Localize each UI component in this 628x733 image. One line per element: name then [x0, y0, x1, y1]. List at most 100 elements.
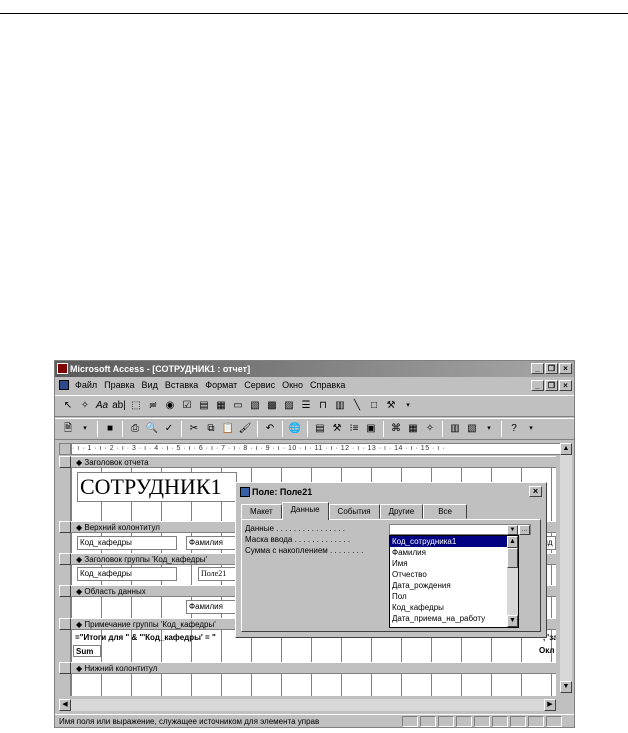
minimize-icon[interactable]: _ [531, 363, 544, 374]
ph-familiya-label[interactable]: Фамилия [186, 536, 241, 550]
command-button-icon[interactable]: ▭ [231, 399, 245, 413]
help-dropdown-icon[interactable]: ▾ [524, 422, 538, 436]
combobox-tool-icon[interactable]: ▤ [197, 399, 211, 413]
menu-format[interactable]: Формат [205, 378, 237, 393]
sorting-grouping-icon[interactable]: ⁝≡ [347, 422, 361, 436]
close-icon[interactable]: × [529, 486, 542, 497]
cut-icon[interactable]: ✂ [187, 422, 201, 436]
checkbox-tool-icon[interactable]: ☑ [180, 399, 194, 413]
menu-tools[interactable]: Сервис [244, 378, 275, 393]
list-scroll-thumb[interactable] [507, 548, 518, 568]
spelling-icon[interactable]: ✓ [162, 422, 176, 436]
menu-edit[interactable]: Правка [104, 378, 134, 393]
print-preview-icon[interactable]: 🔍 [145, 422, 159, 436]
label-tool-icon[interactable]: Aa [95, 399, 109, 413]
list-item[interactable]: Отчество [390, 569, 518, 580]
tab-all[interactable]: Все [423, 504, 467, 519]
doc-restore-icon[interactable]: ❐ [545, 380, 558, 391]
tab-control-icon[interactable]: ⊓ [316, 399, 330, 413]
ph-kod-kafedry-label[interactable]: Код_кафедры [77, 536, 177, 550]
code-icon[interactable]: ⌘ [389, 422, 403, 436]
undo-icon[interactable]: ↶ [263, 422, 277, 436]
scroll-left-icon[interactable]: ◀ [59, 699, 71, 711]
pointer-icon[interactable]: ↖ [61, 399, 75, 413]
property-sheet-titlebar[interactable]: Поле: Поле21 × [238, 485, 544, 499]
vertical-ruler[interactable] [59, 456, 71, 696]
menu-insert[interactable]: Вставка [165, 378, 198, 393]
menu-file[interactable]: Файл [75, 378, 97, 393]
listbox-tool-icon[interactable]: ▦ [214, 399, 228, 413]
new-object-icon[interactable]: ▧ [465, 422, 479, 436]
gf-expression-field[interactable]: ="Итоги для " & "'Код_кафедры' = " [73, 632, 245, 644]
gh-kod-kafedry-field[interactable]: Код_кафедры [77, 567, 177, 581]
subform-icon[interactable]: ▥ [333, 399, 347, 413]
save-icon[interactable]: ■ [103, 422, 117, 436]
title-bar[interactable]: Microsoft Access - [СОТРУДНИК1 : отчет] … [55, 361, 574, 377]
print-icon[interactable]: ⎙ [128, 422, 142, 436]
builder-icon[interactable]: ✧ [423, 422, 437, 436]
field-list-icon[interactable]: ▤ [313, 422, 327, 436]
view-icon[interactable]: 🗎 [61, 422, 75, 436]
access-app-icon[interactable] [57, 363, 68, 374]
unbound-frame-icon[interactable]: ▩ [265, 399, 279, 413]
gf-sum-field[interactable]: Sum [73, 645, 101, 657]
list-item[interactable]: Дата_рождения [390, 580, 518, 591]
gf-right-field-2[interactable]: Окл [537, 645, 556, 657]
report-title-label[interactable]: СОТРУДНИК1 [77, 472, 237, 502]
horizontal-ruler[interactable]: · ı · 1 · ı · 2 · ı · 3 · ı · 4 · ı · 5 … [71, 443, 568, 455]
detail-familiya-field[interactable]: Фамилия [186, 600, 241, 614]
page-break-icon[interactable]: ☰ [299, 399, 313, 413]
vertical-scrollbar[interactable]: ▲ ▼ [560, 443, 572, 693]
image-tool-icon[interactable]: ▧ [248, 399, 262, 413]
wizard-icon[interactable]: ✧ [78, 399, 92, 413]
control-source-combo[interactable]: ▼ … [389, 524, 531, 535]
tab-data[interactable]: Данные [281, 502, 329, 520]
ruler-corner[interactable] [59, 443, 71, 455]
scroll-up-icon[interactable]: ▲ [560, 443, 572, 455]
list-item[interactable]: Фамилия [390, 547, 518, 558]
toggle-button-icon[interactable]: ≓ [146, 399, 160, 413]
autoformat-icon[interactable]: ▣ [364, 422, 378, 436]
document-icon[interactable] [59, 380, 69, 390]
bound-frame-icon[interactable]: ▨ [282, 399, 296, 413]
band-report-header[interactable]: ◆ Заголовок отчета [59, 456, 556, 468]
paste-icon[interactable]: 📋 [221, 422, 235, 436]
list-scroll-up-icon[interactable]: ▲ [507, 536, 518, 548]
radio-tool-icon[interactable]: ◉ [163, 399, 177, 413]
line-tool-icon[interactable]: ╲ [350, 399, 364, 413]
rectangle-tool-icon[interactable]: □ [367, 399, 381, 413]
tab-layout[interactable]: Макет [241, 504, 282, 519]
tab-events[interactable]: События [328, 504, 380, 519]
expression-builder-icon[interactable]: … [519, 525, 530, 535]
copy-icon[interactable]: ⧉ [204, 422, 218, 436]
textbox-tool-icon[interactable]: ab| [112, 399, 126, 413]
toolbox-icon[interactable]: ⚒ [330, 422, 344, 436]
format-painter-icon[interactable]: 🖌 [238, 422, 252, 436]
list-item[interactable]: Код_кафедры [390, 602, 518, 613]
list-item[interactable]: Имя [390, 558, 518, 569]
combo-dropdown-icon[interactable]: ▼ [507, 525, 518, 535]
band-page-footer[interactable]: ◆ Нижний колонтитул [59, 662, 556, 674]
scroll-right-icon[interactable]: ▶ [544, 699, 556, 711]
tab-other[interactable]: Другие [379, 504, 424, 519]
help-icon[interactable]: ? [507, 422, 521, 436]
database-window-icon[interactable]: ▥ [448, 422, 462, 436]
list-item[interactable]: Пол [390, 591, 518, 602]
list-item[interactable]: Дата_приема_на_работу [390, 613, 518, 624]
more-controls-icon[interactable]: ⚒ [384, 399, 398, 413]
properties-icon[interactable]: ▦ [406, 422, 420, 436]
close-icon[interactable]: × [559, 363, 572, 374]
doc-close-icon[interactable]: × [559, 380, 572, 391]
horizontal-scrollbar[interactable]: ◀ ▶ [59, 699, 556, 711]
hyperlink-icon[interactable]: 🌐 [288, 422, 302, 436]
option-group-icon[interactable]: ⬚ [129, 399, 143, 413]
menu-help[interactable]: Справка [310, 378, 345, 393]
list-scroll-down-icon[interactable]: ▼ [507, 615, 518, 627]
list-item[interactable]: Код_сотрудника1 [390, 536, 518, 547]
view-dropdown-icon[interactable]: ▾ [78, 422, 92, 436]
menu-view[interactable]: Вид [142, 378, 158, 393]
scroll-down-icon[interactable]: ▼ [560, 681, 572, 693]
menu-window[interactable]: Окно [282, 378, 303, 393]
toolbar-dropdown-icon[interactable]: ▾ [401, 399, 415, 413]
field-dropdown-list[interactable]: Код_сотрудника1 Фамилия Имя Отчество Дат… [389, 535, 519, 628]
